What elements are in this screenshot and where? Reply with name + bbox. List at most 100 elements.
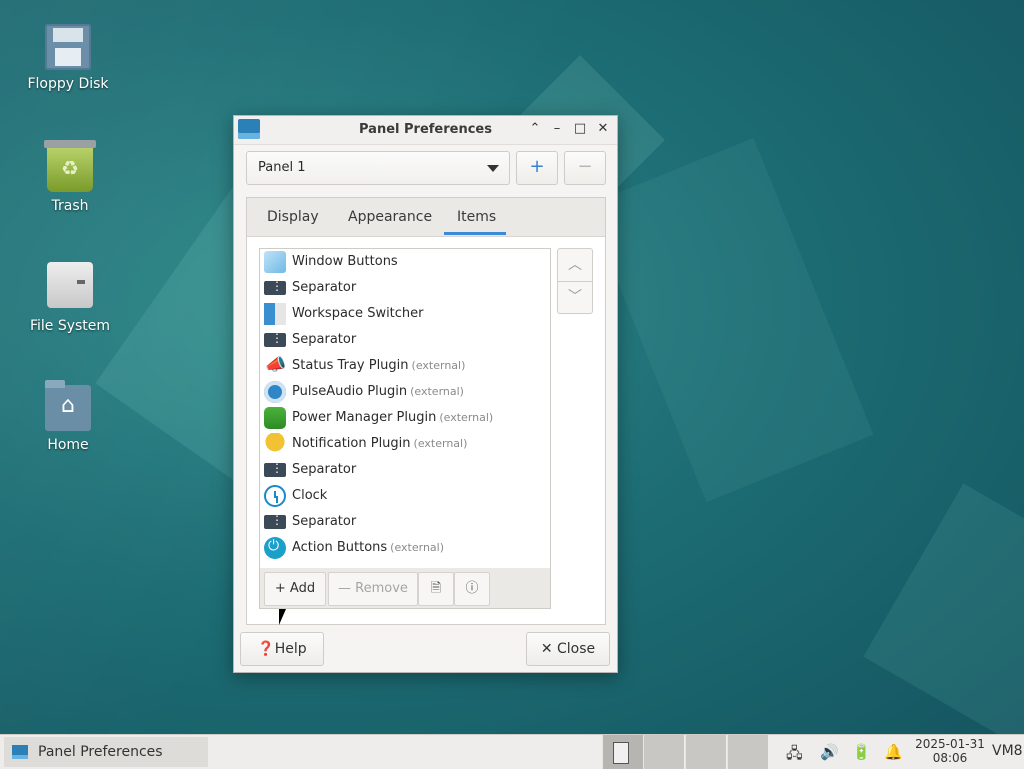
item-name: Separator [292, 280, 357, 295]
tab-bar: Display Appearance Items [247, 198, 605, 237]
item-name: Separator [292, 332, 357, 347]
tab-display[interactable]: Display [267, 209, 319, 225]
taskbar-window-button[interactable]: Panel Preferences [4, 737, 208, 767]
maximize-button[interactable]: □ [571, 120, 589, 138]
desktop-icon-label: File System [29, 318, 111, 334]
close-window-button[interactable]: ✕ [594, 120, 612, 138]
network-icon[interactable]: 🖧 [786, 743, 803, 768]
item-name: Workspace Switcher [292, 306, 424, 321]
minimize-button[interactable]: – [548, 120, 566, 138]
shade-button[interactable]: ⌃ [526, 120, 544, 138]
item-name: Separator [292, 514, 357, 529]
battery-icon [264, 407, 286, 429]
panel-select-value: Panel 1 [258, 160, 306, 175]
add-panel-button[interactable]: + [516, 151, 558, 185]
tab-appearance[interactable]: Appearance [348, 209, 432, 225]
tab-items[interactable]: Items [457, 209, 496, 225]
list-item[interactable]: Clock [260, 483, 550, 509]
host-label: VM8 [992, 743, 1023, 759]
list-item[interactable]: Power Manager Plugin (external) [260, 405, 550, 431]
chevron-down-icon[interactable]: ﹀ [558, 281, 592, 313]
notification-bell-icon[interactable]: 🔔 [884, 743, 903, 761]
home-folder-icon [45, 380, 91, 431]
item-name: Separator [292, 462, 357, 477]
item-name: Power Manager Plugin [292, 410, 437, 425]
list-item[interactable]: Status Tray Plugin(external) [260, 353, 550, 379]
drive-icon [47, 262, 93, 308]
panel-select[interactable]: Panel 1 [246, 151, 510, 185]
desktop-icon-trash[interactable]: Trash [20, 140, 120, 214]
trash-icon [44, 140, 96, 192]
clock-time: 08:06 [932, 751, 968, 765]
remove-panel-button[interactable]: − [564, 151, 606, 185]
active-tab-indicator [444, 232, 506, 235]
desktop-icon-label: Floppy Disk [27, 76, 109, 92]
add-item-button[interactable]: + Add [264, 572, 326, 606]
list-item[interactable]: Notification Plugin (external) [260, 431, 550, 457]
panel-app-icon [12, 745, 28, 759]
separator-icon [264, 331, 286, 347]
list-item[interactable]: Window Buttons [260, 249, 550, 275]
list-item[interactable]: Separator [260, 509, 550, 535]
floppy-disk-icon [45, 24, 91, 70]
info-icon[interactable]: ⓘ [454, 572, 490, 606]
item-ext: (external) [411, 359, 466, 372]
clock-icon [264, 485, 286, 507]
items-toolbar: + Add — Remove 🗎 ⓘ [259, 568, 551, 609]
power-icon [264, 537, 286, 559]
list-item[interactable]: Workspace Switcher [260, 301, 550, 327]
list-item[interactable]: Separator [260, 275, 550, 301]
item-ext: (external) [439, 411, 494, 424]
desktop-icon-label: Trash [51, 198, 89, 214]
item-name: Window Buttons [292, 254, 398, 269]
volume-icon[interactable]: 🔊 [820, 743, 839, 761]
workspace-switcher-icon [264, 303, 286, 325]
panel-preferences-window: Panel Preferences ⌃ – □ ✕ Panel 1 + − Di… [233, 115, 618, 673]
separator-icon [264, 279, 286, 295]
desktop-icon-label: Home [47, 437, 89, 453]
chevron-up-icon[interactable]: ︿ [558, 249, 592, 282]
taskbar-window-label: Panel Preferences [38, 744, 163, 760]
taskbar: Panel Preferences 🖧 🔊 🔋 🔔 2025-01-31 08:… [0, 734, 1024, 769]
mouse-cursor-icon [279, 609, 286, 625]
close-button[interactable]: ✕ Close [526, 632, 610, 666]
chevron-down-icon [487, 165, 499, 172]
window-buttons-icon [264, 251, 286, 273]
list-item[interactable]: Action Buttons(external) [260, 535, 550, 561]
preferences-notebook: Display Appearance Items Window Buttons … [246, 197, 606, 625]
item-ext: (external) [413, 437, 468, 450]
wallpaper-shard [586, 137, 874, 503]
clock-date: 2025-01-31 [915, 737, 985, 751]
items-list[interactable]: Window Buttons Separator Workspace Switc… [259, 248, 551, 570]
item-name: PulseAudio Plugin [292, 384, 408, 399]
item-ext: (external) [410, 385, 464, 398]
edit-item-icon[interactable]: 🗎 [418, 572, 454, 606]
desktop-icon-floppy-disk[interactable]: Floppy Disk [18, 24, 118, 92]
desktop-icon-file-system[interactable]: File System [20, 262, 120, 334]
titlebar[interactable]: Panel Preferences ⌃ – □ ✕ [234, 116, 617, 145]
workspace-4[interactable] [727, 735, 768, 769]
move-buttons: ︿ ﹀ [557, 248, 593, 314]
desktop-icon-home[interactable]: Home [18, 380, 118, 453]
item-name: Action Buttons [292, 540, 388, 555]
wallpaper-shard [863, 483, 1024, 757]
list-item[interactable]: Separator [260, 457, 550, 483]
workspace-2[interactable] [643, 735, 684, 769]
item-name: Clock [292, 488, 328, 503]
audio-icon [264, 381, 286, 403]
remove-item-button[interactable]: — Remove [328, 572, 418, 606]
panel-clock[interactable]: 2025-01-31 08:06 [914, 737, 986, 765]
item-ext: (external) [390, 541, 445, 554]
bell-icon [264, 433, 286, 455]
megaphone-icon [264, 355, 286, 377]
list-item[interactable]: PulseAudio Plugin (external) [260, 379, 550, 405]
separator-icon [264, 461, 286, 477]
workspace-3[interactable] [685, 735, 726, 769]
item-name: Notification Plugin [292, 436, 411, 451]
list-item[interactable]: Separator [260, 327, 550, 353]
item-name: Status Tray Plugin [292, 358, 409, 373]
separator-icon [264, 513, 286, 529]
help-button[interactable]: ❓Help [240, 632, 324, 666]
battery-icon[interactable]: 🔋 [852, 743, 871, 761]
workspace-1[interactable] [602, 735, 643, 769]
